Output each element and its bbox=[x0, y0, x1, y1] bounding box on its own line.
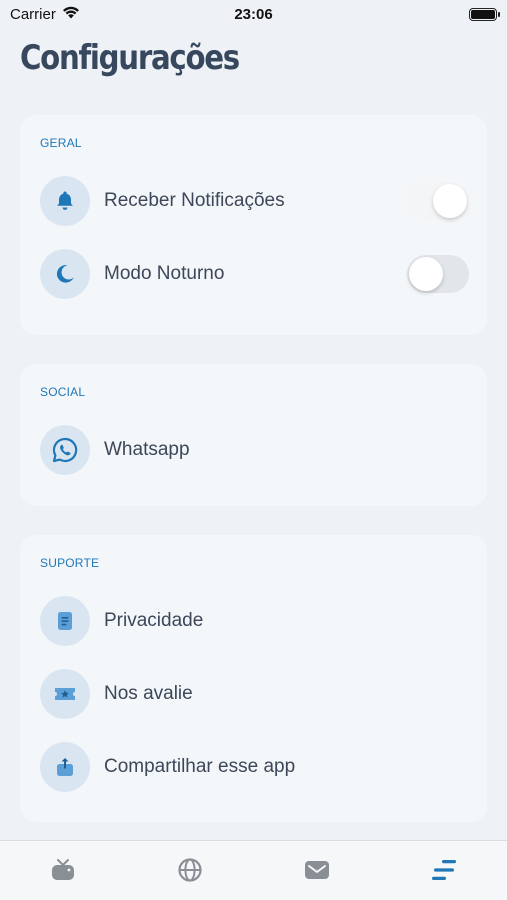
section-suporte: SUPORTE Privacidade Nos avalie Compartil… bbox=[20, 535, 487, 822]
notifications-toggle[interactable] bbox=[407, 182, 469, 220]
tab-bar bbox=[0, 840, 507, 900]
globe-icon bbox=[177, 857, 203, 888]
toggle-knob bbox=[433, 184, 467, 218]
settings-row-label: Receber Notificações bbox=[104, 190, 285, 211]
settings-row-whatsapp[interactable]: Whatsapp bbox=[40, 425, 469, 475]
carrier-label: Carrier bbox=[10, 5, 56, 23]
tab-mail[interactable] bbox=[287, 857, 347, 887]
whatsapp-icon bbox=[40, 425, 90, 475]
settings-row-notifications[interactable]: Receber Notificações bbox=[40, 176, 469, 226]
tab-tv[interactable] bbox=[33, 857, 93, 887]
settings-row-label: Nos avalie bbox=[104, 683, 193, 704]
tab-globe[interactable] bbox=[160, 857, 220, 887]
battery-fill bbox=[471, 9, 495, 19]
settings-row-label: Compartilhar esse app bbox=[104, 756, 296, 777]
toggle-knob bbox=[409, 257, 443, 291]
tab-settings[interactable] bbox=[414, 857, 474, 887]
menu-lines-icon bbox=[430, 857, 458, 888]
share-icon bbox=[40, 742, 90, 792]
section-geral: GERAL Receber Notificações Modo Noturno bbox=[20, 115, 487, 335]
moon-icon bbox=[40, 249, 90, 299]
night-mode-toggle[interactable] bbox=[407, 255, 469, 293]
section-title-geral: GERAL bbox=[40, 136, 82, 150]
mail-icon bbox=[304, 859, 330, 886]
section-social: SOCIAL Whatsapp bbox=[20, 364, 487, 506]
settings-row-privacy[interactable]: Privacidade bbox=[40, 596, 469, 646]
settings-row-label: Whatsapp bbox=[104, 439, 190, 460]
battery-icon bbox=[469, 7, 500, 21]
settings-row-label: Modo Noturno bbox=[104, 263, 225, 284]
section-title-social: SOCIAL bbox=[40, 385, 86, 399]
settings-row-rate[interactable]: Nos avalie bbox=[40, 669, 469, 719]
settings-row-label: Privacidade bbox=[104, 610, 204, 631]
section-title-suporte: SUPORTE bbox=[40, 556, 100, 570]
wifi-icon bbox=[62, 6, 80, 23]
page-title: Configurações bbox=[20, 38, 240, 78]
settings-row-share[interactable]: Compartilhar esse app bbox=[40, 742, 469, 792]
tv-icon bbox=[50, 857, 76, 888]
status-bar: Carrier 23:06 bbox=[0, 0, 507, 28]
star-ticket-icon bbox=[40, 669, 90, 719]
bell-icon bbox=[40, 176, 90, 226]
status-left: Carrier bbox=[10, 6, 80, 23]
settings-row-night-mode[interactable]: Modo Noturno bbox=[40, 249, 469, 299]
document-icon bbox=[40, 596, 90, 646]
